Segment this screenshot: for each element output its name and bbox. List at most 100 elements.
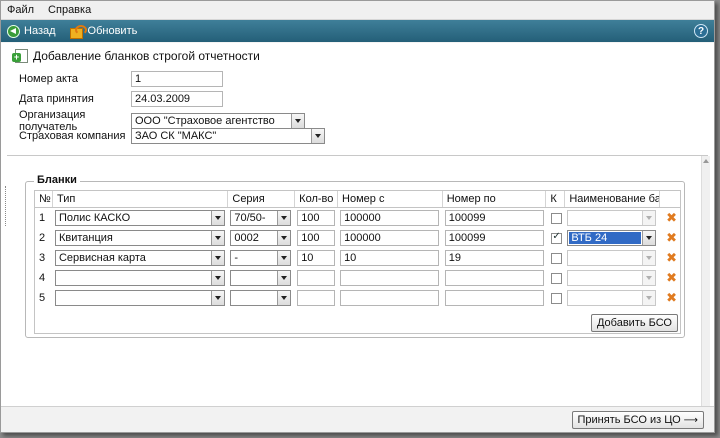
back-button[interactable]: Назад	[7, 24, 56, 38]
chevron-down-icon[interactable]	[642, 291, 656, 305]
type-select[interactable]: Полис КАСКО	[54, 210, 225, 226]
delete-row-icon[interactable]: ✖	[666, 271, 677, 286]
series-select[interactable]	[230, 290, 292, 306]
grid-footer: Добавить БСО	[34, 308, 681, 334]
delete-row-icon[interactable]: ✖	[666, 251, 677, 266]
series-value: -	[234, 252, 239, 264]
chevron-down-icon[interactable]	[277, 291, 291, 305]
k-checkbox[interactable]	[551, 292, 563, 304]
chevron-down-icon[interactable]	[642, 231, 656, 245]
help-icon[interactable]: ?	[694, 24, 708, 38]
k-checkbox[interactable]	[551, 272, 563, 284]
menu-file[interactable]: Файл	[7, 4, 34, 16]
number-from-field[interactable]: 100000	[340, 230, 440, 246]
delete-row-icon[interactable]: ✖	[666, 211, 677, 226]
panel-resize-handle[interactable]	[5, 186, 10, 226]
series-value	[231, 291, 277, 305]
bank-select[interactable]	[567, 210, 657, 226]
number-to-field[interactable]	[444, 290, 544, 306]
k-checkbox[interactable]	[551, 231, 563, 244]
chevron-down-icon[interactable]	[277, 231, 291, 245]
type-select[interactable]: Сервисная карта	[54, 250, 225, 266]
series-select[interactable]: 70/50-	[230, 210, 292, 226]
bank-select[interactable]: ВТБ 24	[567, 230, 657, 246]
type-select[interactable]	[54, 270, 225, 286]
bank-value	[568, 251, 642, 265]
chevron-down-icon[interactable]	[311, 129, 324, 143]
refresh-button[interactable]: Обновить	[69, 24, 137, 39]
type-select[interactable]	[54, 290, 225, 306]
main-content: Добавление бланков строгой отчетности Но…	[1, 43, 714, 432]
type-value: Полис КАСКО	[58, 212, 131, 224]
number-to-field[interactable]: 100099	[444, 210, 544, 226]
blanks-fieldset: Бланки № Тип Серия Кол-во Номер с Номер …	[25, 174, 685, 338]
qty-field[interactable]: 100	[297, 210, 336, 226]
number-from-field[interactable]	[340, 270, 440, 286]
add-bso-button[interactable]: Добавить БСО	[590, 314, 678, 332]
recipient-org-select[interactable]: ООО "Страховое агентство	[131, 113, 305, 129]
chevron-down-icon[interactable]	[210, 291, 224, 305]
accept-bso-button[interactable]: Принять БСО из ЦО ⟶	[571, 411, 704, 429]
type-value: Квитанция	[58, 232, 113, 244]
chevron-down-icon[interactable]	[291, 114, 304, 128]
bank-select[interactable]	[567, 270, 657, 286]
chevron-down-icon[interactable]	[277, 211, 291, 225]
number-from-field[interactable]: 10	[340, 250, 440, 266]
accept-date-label: Дата принятия	[19, 93, 94, 105]
blanks-panel: Бланки № Тип Серия Кол-во Номер с Номер …	[5, 155, 710, 410]
insurance-company-select[interactable]: ЗАО СК "МАКС"	[131, 128, 325, 144]
number-to-field[interactable]	[444, 270, 544, 286]
row-number: 1	[39, 212, 46, 224]
series-value: 70/50-	[234, 212, 266, 224]
menu-help[interactable]: Справка	[48, 4, 91, 16]
k-checkbox[interactable]	[551, 252, 563, 264]
delete-row-icon[interactable]: ✖	[666, 231, 677, 246]
number-from-field[interactable]	[340, 290, 440, 306]
chevron-down-icon[interactable]	[642, 211, 656, 225]
accept-bso-label: Принять БСО из ЦО	[577, 414, 681, 426]
col-header-bank: Наименование банка	[565, 191, 661, 207]
number-to-field[interactable]: 100099	[444, 230, 544, 246]
series-select[interactable]: 0002	[230, 230, 292, 246]
qty-field[interactable]: 100	[297, 230, 336, 246]
type-select[interactable]: Квитанция	[54, 230, 225, 246]
toolbar: Назад Обновить ?	[1, 20, 714, 42]
act-number-field[interactable]: 1	[131, 71, 223, 87]
delete-row-icon[interactable]: ✖	[666, 291, 677, 306]
chevron-down-icon[interactable]	[210, 211, 224, 225]
blanks-grid: № Тип Серия Кол-во Номер с Номер по К На…	[34, 190, 681, 334]
menu-bar: Файл Справка	[1, 1, 714, 20]
chevron-down-icon[interactable]	[210, 251, 224, 265]
app-window: Файл Справка Назад Обновить ? Добавление…	[0, 0, 715, 433]
row-number: 3	[39, 252, 46, 264]
k-checkbox[interactable]	[551, 212, 563, 224]
qty-field[interactable]	[297, 270, 336, 286]
bank-select[interactable]	[567, 290, 657, 306]
bank-value: ВТБ 24	[569, 232, 642, 244]
number-to-field[interactable]: 19	[444, 250, 544, 266]
col-header-k: К	[546, 191, 566, 207]
chevron-down-icon[interactable]	[277, 251, 291, 265]
back-arrow-icon	[7, 24, 20, 38]
bank-select[interactable]	[567, 250, 657, 266]
qty-field[interactable]	[297, 290, 336, 306]
insurance-company-row: Страховая компания ЗАО СК "МАКС"	[19, 128, 325, 144]
accept-date-field[interactable]: 24.03.2009	[131, 91, 223, 107]
series-select[interactable]: -	[230, 250, 292, 266]
grid-header: № Тип Серия Кол-во Номер с Номер по К На…	[34, 190, 681, 208]
chevron-down-icon[interactable]	[210, 271, 224, 285]
grid-body: 1 Полис КАСКО 70/50- 100 100000 100099 ✖ 2 Квита…	[34, 208, 681, 308]
bank-value	[568, 271, 642, 285]
chevron-down-icon[interactable]	[642, 271, 656, 285]
chevron-down-icon[interactable]	[642, 251, 656, 265]
col-header-from: Номер с	[338, 191, 443, 207]
insurance-company-value: ЗАО СК "МАКС"	[135, 130, 217, 142]
series-value: 0002	[234, 232, 259, 244]
page-title-text: Добавление бланков строгой отчетности	[33, 49, 260, 63]
chevron-down-icon[interactable]	[210, 231, 224, 245]
scrollbar[interactable]	[701, 156, 710, 410]
chevron-down-icon[interactable]	[277, 271, 291, 285]
series-select[interactable]	[230, 270, 292, 286]
number-from-field[interactable]: 100000	[340, 210, 440, 226]
qty-field[interactable]: 10	[297, 250, 336, 266]
